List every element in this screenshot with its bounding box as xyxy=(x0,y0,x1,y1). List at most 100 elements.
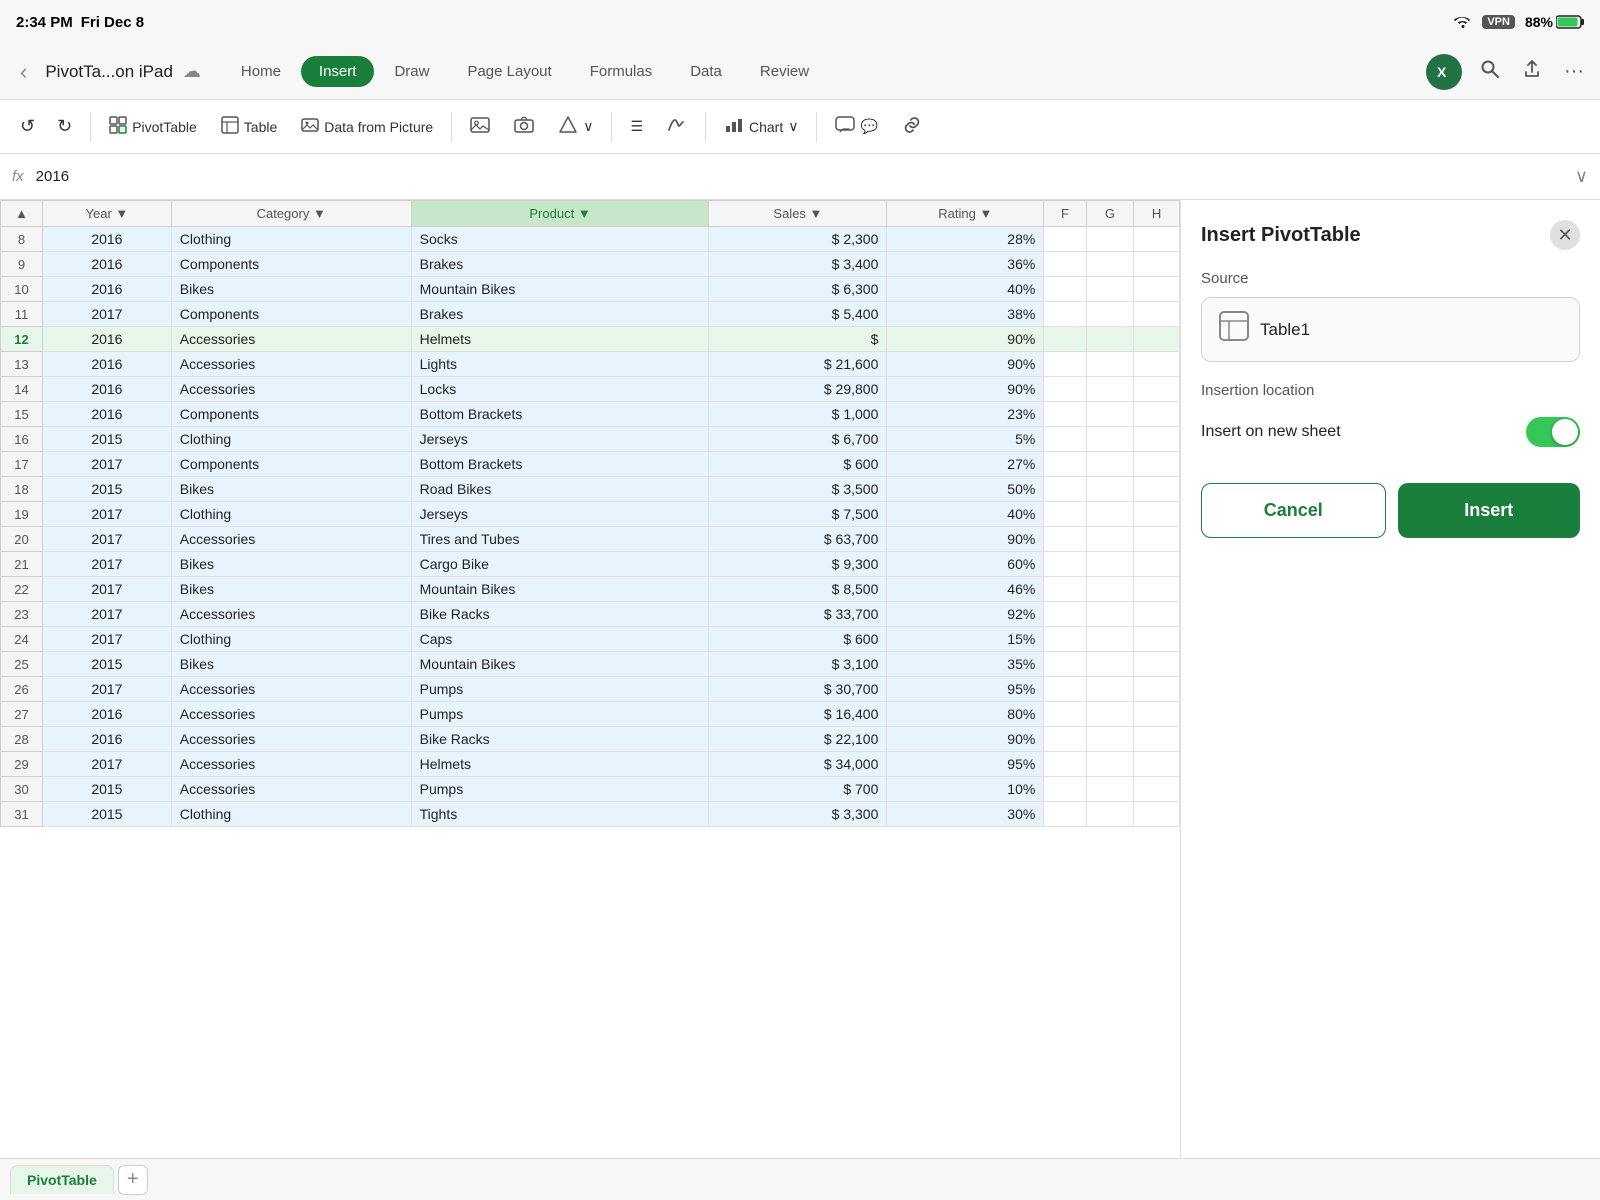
year-cell[interactable]: 2016 xyxy=(43,227,172,252)
category-cell[interactable]: Accessories xyxy=(171,727,411,752)
shapes-button[interactable]: ∨ xyxy=(548,110,603,143)
f-cell[interactable] xyxy=(1044,652,1086,677)
h-cell[interactable] xyxy=(1134,627,1180,652)
f-cell[interactable] xyxy=(1044,227,1086,252)
sheet-tab-pivot-table[interactable]: PivotTable xyxy=(10,1165,114,1194)
sales-cell[interactable]: $ 600 xyxy=(709,627,887,652)
formula-input[interactable] xyxy=(36,168,1567,185)
year-cell[interactable]: 2016 xyxy=(43,402,172,427)
f-cell[interactable] xyxy=(1044,352,1086,377)
category-cell[interactable]: Components xyxy=(171,452,411,477)
more-button[interactable]: ··· xyxy=(1560,56,1588,87)
f-cell[interactable] xyxy=(1044,377,1086,402)
g-cell[interactable] xyxy=(1086,677,1134,702)
year-cell[interactable]: 2017 xyxy=(43,602,172,627)
rating-cell[interactable]: 95% xyxy=(887,752,1044,777)
year-cell[interactable]: 2016 xyxy=(43,702,172,727)
sales-cell[interactable]: $ 6,700 xyxy=(709,427,887,452)
f-cell[interactable] xyxy=(1044,602,1086,627)
f-cell[interactable] xyxy=(1044,327,1086,352)
rating-cell[interactable]: 36% xyxy=(887,252,1044,277)
g-cell[interactable] xyxy=(1086,577,1134,602)
product-cell[interactable]: Pumps xyxy=(411,677,709,702)
table-row[interactable]: 15 2016 Components Bottom Brackets $ 1,0… xyxy=(1,402,1180,427)
col-header-f[interactable]: F xyxy=(1044,201,1086,227)
rating-cell[interactable]: 90% xyxy=(887,352,1044,377)
formula-expand-button[interactable]: ∨ xyxy=(1575,166,1588,187)
product-cell[interactable]: Helmets xyxy=(411,752,709,777)
tab-draw[interactable]: Draw xyxy=(376,56,447,87)
rating-cell[interactable]: 5% xyxy=(887,427,1044,452)
sales-cell[interactable]: $ 2,300 xyxy=(709,227,887,252)
table-row[interactable]: 30 2015 Accessories Pumps $ 700 10% xyxy=(1,777,1180,802)
product-cell[interactable]: Mountain Bikes xyxy=(411,577,709,602)
chart-button[interactable]: Chart ∨ xyxy=(714,110,808,143)
table-row[interactable]: 9 2016 Components Brakes $ 3,400 36% xyxy=(1,252,1180,277)
g-cell[interactable] xyxy=(1086,227,1134,252)
h-cell[interactable] xyxy=(1134,352,1180,377)
category-cell[interactable]: Components xyxy=(171,252,411,277)
year-cell[interactable]: 2017 xyxy=(43,577,172,602)
table-row[interactable]: 24 2017 Clothing Caps $ 600 15% xyxy=(1,627,1180,652)
category-cell[interactable]: Bikes xyxy=(171,652,411,677)
camera-button[interactable] xyxy=(504,110,544,143)
product-cell[interactable]: Tights xyxy=(411,802,709,827)
h-cell[interactable] xyxy=(1134,552,1180,577)
sales-cell[interactable]: $ 16,400 xyxy=(709,702,887,727)
product-cell[interactable]: Bike Racks xyxy=(411,727,709,752)
f-cell[interactable] xyxy=(1044,627,1086,652)
h-cell[interactable] xyxy=(1134,402,1180,427)
tab-insert[interactable]: Insert xyxy=(301,56,375,87)
col-header-g[interactable]: G xyxy=(1086,201,1134,227)
sales-cell[interactable]: $ 7,500 xyxy=(709,502,887,527)
col-header-product[interactable]: Product ▼ xyxy=(411,201,709,227)
table-row[interactable]: 12 2016 Accessories Helmets $ 90% xyxy=(1,327,1180,352)
sales-cell[interactable]: $ 8,500 xyxy=(709,577,887,602)
h-cell[interactable] xyxy=(1134,677,1180,702)
rating-cell[interactable]: 38% xyxy=(887,302,1044,327)
product-cell[interactable]: Cargo Bike xyxy=(411,552,709,577)
data-from-picture-button[interactable]: Data from Picture xyxy=(291,110,443,143)
tab-home[interactable]: Home xyxy=(223,56,299,87)
year-cell[interactable]: 2017 xyxy=(43,527,172,552)
g-cell[interactable] xyxy=(1086,352,1134,377)
product-cell[interactable]: Tires and Tubes xyxy=(411,527,709,552)
insert-button[interactable]: Insert xyxy=(1398,483,1581,538)
g-cell[interactable] xyxy=(1086,602,1134,627)
g-cell[interactable] xyxy=(1086,302,1134,327)
table-row[interactable]: 21 2017 Bikes Cargo Bike $ 9,300 60% xyxy=(1,552,1180,577)
sales-cell[interactable]: $ 33,700 xyxy=(709,602,887,627)
pivot-table-button[interactable]: PivotTable xyxy=(99,110,207,143)
rating-cell[interactable]: 27% xyxy=(887,452,1044,477)
year-cell[interactable]: 2016 xyxy=(43,352,172,377)
category-cell[interactable]: Components xyxy=(171,302,411,327)
h-cell[interactable] xyxy=(1134,302,1180,327)
table-row[interactable]: 23 2017 Accessories Bike Racks $ 33,700 … xyxy=(1,602,1180,627)
product-cell[interactable]: Bike Racks xyxy=(411,602,709,627)
g-cell[interactable] xyxy=(1086,652,1134,677)
h-cell[interactable] xyxy=(1134,777,1180,802)
rating-cell[interactable]: 90% xyxy=(887,377,1044,402)
category-cell[interactable]: Accessories xyxy=(171,602,411,627)
panel-close-button[interactable]: ✕ xyxy=(1550,220,1580,250)
product-cell[interactable]: Road Bikes xyxy=(411,477,709,502)
category-cell[interactable]: Accessories xyxy=(171,677,411,702)
table-row[interactable]: 11 2017 Components Brakes $ 5,400 38% xyxy=(1,302,1180,327)
category-cell[interactable]: Accessories xyxy=(171,352,411,377)
table-row[interactable]: 16 2015 Clothing Jerseys $ 6,700 5% xyxy=(1,427,1180,452)
g-cell[interactable] xyxy=(1086,527,1134,552)
year-cell[interactable]: 2016 xyxy=(43,727,172,752)
g-cell[interactable] xyxy=(1086,252,1134,277)
h-cell[interactable] xyxy=(1134,802,1180,827)
f-cell[interactable] xyxy=(1044,452,1086,477)
f-cell[interactable] xyxy=(1044,502,1086,527)
h-cell[interactable] xyxy=(1134,652,1180,677)
table-row[interactable]: 18 2015 Bikes Road Bikes $ 3,500 50% xyxy=(1,477,1180,502)
rating-cell[interactable]: 10% xyxy=(887,777,1044,802)
f-cell[interactable] xyxy=(1044,252,1086,277)
table-row[interactable]: 27 2016 Accessories Pumps $ 16,400 80% xyxy=(1,702,1180,727)
g-cell[interactable] xyxy=(1086,402,1134,427)
f-cell[interactable] xyxy=(1044,277,1086,302)
category-cell[interactable]: Bikes xyxy=(171,552,411,577)
h-cell[interactable] xyxy=(1134,752,1180,777)
